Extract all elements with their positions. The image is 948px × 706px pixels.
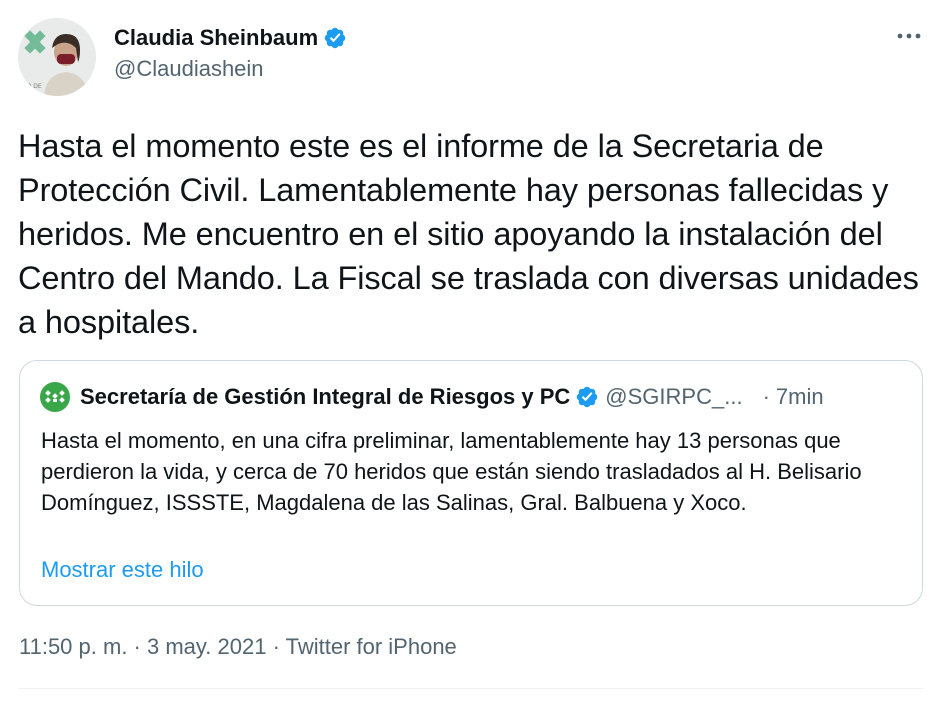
tweet-metadata: 11:50 p. m. · 3 may. 2021 · Twitter for … bbox=[19, 634, 457, 660]
quoted-tweet-header: Secretaría de Gestión Integral de Riesgo… bbox=[40, 382, 902, 412]
author-info: Claudia Sheinbaum @Claudiashein bbox=[114, 24, 347, 82]
verified-badge-icon bbox=[575, 385, 599, 409]
tweet-text: Hasta el momento este es el informe de l… bbox=[18, 128, 919, 340]
sgirpc-logo-icon bbox=[40, 382, 70, 412]
tweet-date[interactable]: 3 may. 2021 bbox=[147, 634, 266, 659]
quoted-author-name[interactable]: Secretaría de Gestión Integral de Riesgo… bbox=[80, 384, 570, 410]
tweet-card: GO DE Claudia Sheinbaum @Claudiashein Ha… bbox=[0, 0, 948, 706]
verified-badge-icon bbox=[323, 26, 347, 50]
author-name[interactable]: Claudia Sheinbaum bbox=[114, 25, 318, 51]
meta-separator: · bbox=[266, 634, 286, 659]
quoted-tweet-time[interactable]: 7min bbox=[776, 384, 824, 410]
author-handle[interactable]: @Claudiashein bbox=[114, 56, 347, 82]
tweet-time[interactable]: 11:50 p. m. bbox=[19, 634, 127, 659]
quoted-author-handle[interactable]: @SGIRPC_... bbox=[605, 384, 742, 410]
meta-separator: · bbox=[127, 634, 147, 659]
more-options-icon[interactable] bbox=[894, 26, 924, 46]
divider bbox=[19, 688, 924, 689]
quoted-tweet-text: Hasta el momento, en una cifra prelimina… bbox=[41, 428, 862, 515]
separator-dot: · bbox=[762, 384, 770, 409]
tweet-source[interactable]: Twitter for iPhone bbox=[286, 634, 457, 659]
show-thread-link[interactable]: Mostrar este hilo bbox=[41, 557, 204, 583]
quoted-tweet[interactable]: Secretaría de Gestión Integral de Riesgo… bbox=[19, 360, 923, 606]
svg-text:GO DE: GO DE bbox=[22, 83, 42, 90]
author-avatar[interactable]: GO DE bbox=[18, 18, 96, 96]
